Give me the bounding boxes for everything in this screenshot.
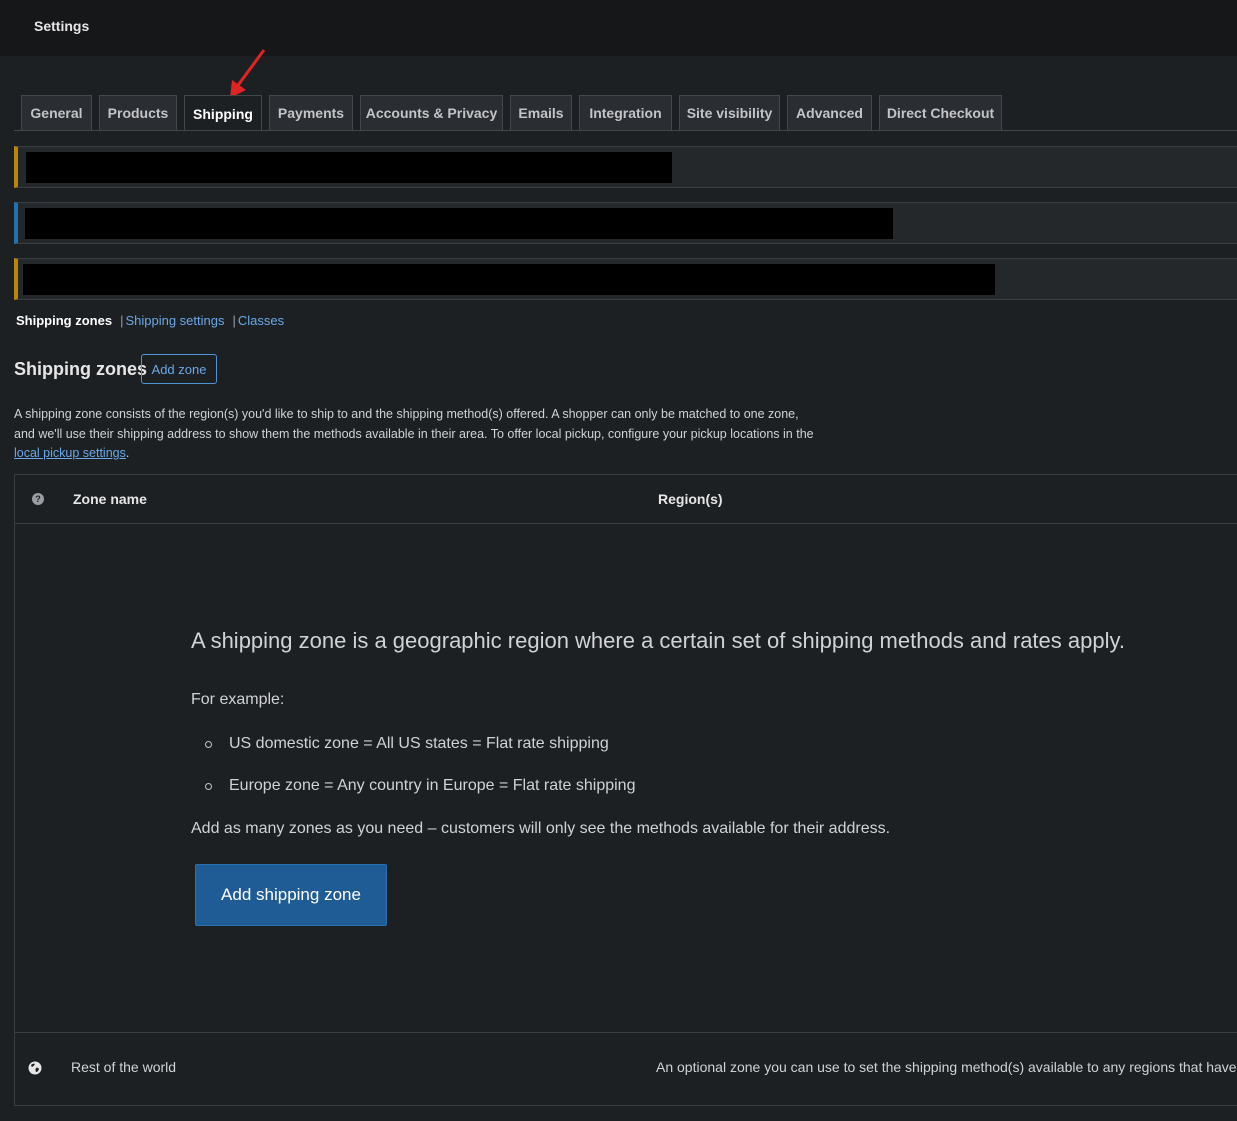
admin-header: Settings xyxy=(0,0,1237,56)
tab-shipping[interactable]: Shipping xyxy=(184,95,262,131)
shipping-subnav: Shipping zones | Shipping settings | Cla… xyxy=(16,313,284,328)
redacted-text xyxy=(23,264,995,295)
add-shipping-zone-button[interactable]: Add shipping zone xyxy=(195,864,387,926)
shipping-zones-table: ? Zone name Region(s) A shipping zone is… xyxy=(14,474,1237,1106)
list-item: Europe zone = Any country in Europe = Fl… xyxy=(229,777,636,794)
subnav-current: Shipping zones xyxy=(16,313,113,328)
zones-description: A shipping zone consists of the region(s… xyxy=(14,407,814,460)
tab-general[interactable]: General xyxy=(21,95,92,130)
tab-payments[interactable]: Payments xyxy=(269,95,353,130)
blank-state-outro: Add as many zones as you need – customer… xyxy=(191,820,891,837)
notice-warning xyxy=(14,146,1237,188)
settings-tabs: General Products Shipping Payments Accou… xyxy=(0,95,1237,131)
subnav-classes-link[interactable]: Classes xyxy=(238,313,284,328)
tab-direct-checkout[interactable]: Direct Checkout xyxy=(879,95,1002,130)
bullet-icon xyxy=(205,783,212,790)
globe-icon xyxy=(28,1061,42,1075)
list-item: US domestic zone = All US states = Flat … xyxy=(229,735,609,752)
subnav-separator: | xyxy=(120,313,124,328)
tab-accounts-privacy[interactable]: Accounts & Privacy xyxy=(360,95,503,130)
column-regions: Region(s) xyxy=(658,491,723,507)
local-pickup-settings-link[interactable]: local pickup settings xyxy=(14,446,126,460)
notice-info xyxy=(14,202,1237,244)
bullet-icon xyxy=(205,741,212,748)
table-row[interactable]: Rest of the world An optional zone you c… xyxy=(15,1032,1237,1106)
tab-integration[interactable]: Integration xyxy=(579,95,672,130)
tab-site-visibility[interactable]: Site visibility xyxy=(679,95,780,130)
blank-state: A shipping zone is a geographic region w… xyxy=(15,524,1237,1032)
column-zone-name: Zone name xyxy=(73,491,147,507)
tab-advanced[interactable]: Advanced xyxy=(787,95,872,130)
blank-state-lead: A shipping zone is a geographic region w… xyxy=(191,628,1125,653)
tab-products[interactable]: Products xyxy=(99,95,177,130)
notice-warning xyxy=(14,258,1237,300)
section-heading: Shipping zones xyxy=(14,359,147,379)
zone-name: Rest of the world xyxy=(71,1059,177,1075)
redacted-text xyxy=(25,208,893,239)
subnav-separator: | xyxy=(232,313,236,328)
tab-emails[interactable]: Emails xyxy=(510,95,572,130)
tabs-divider xyxy=(14,130,1237,131)
add-zone-button[interactable]: Add zone xyxy=(141,354,217,384)
redacted-text xyxy=(26,152,672,183)
blank-state-example-label: For example: xyxy=(191,691,285,708)
subnav-shipping-settings-link[interactable]: Shipping settings xyxy=(125,313,224,328)
table-header: ? Zone name Region(s) xyxy=(15,475,1237,524)
page-title: Settings xyxy=(34,18,90,34)
zone-description: An optional zone you can use to set the … xyxy=(656,1059,1237,1075)
help-icon[interactable]: ? xyxy=(32,493,44,505)
